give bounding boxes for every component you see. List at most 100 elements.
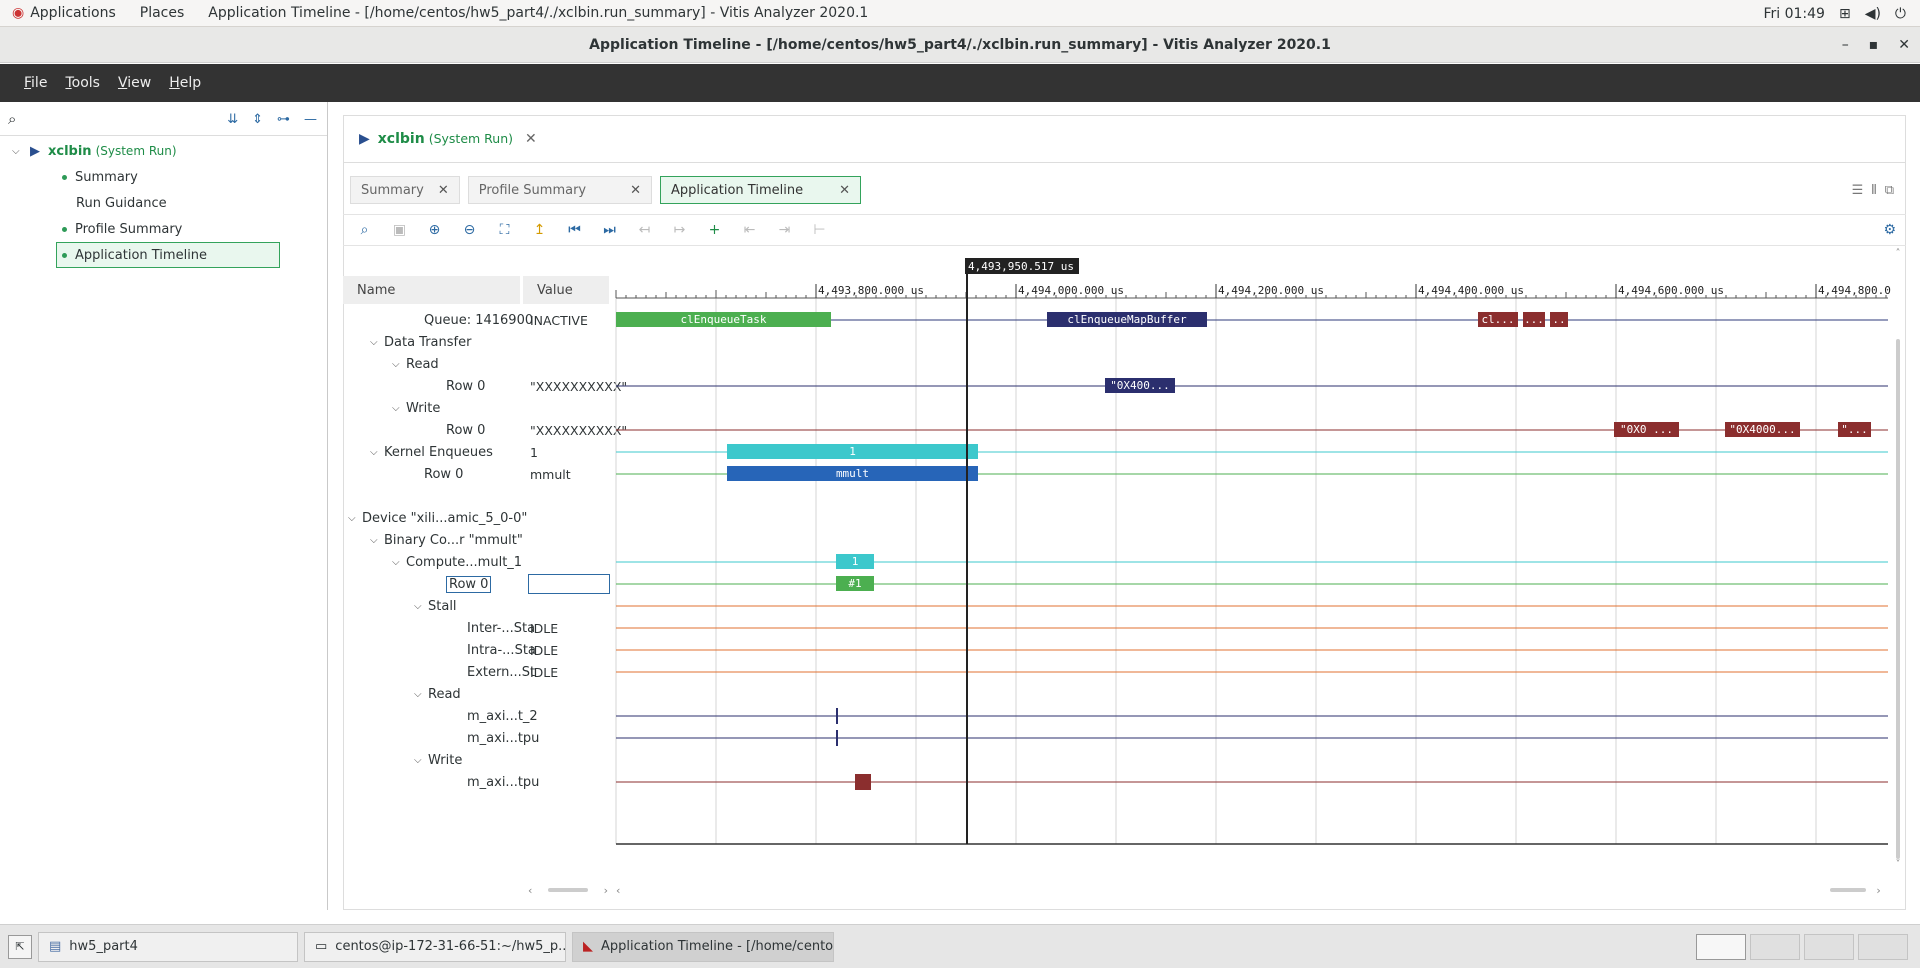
applications-menu[interactable]: ◉ Applications	[0, 0, 128, 27]
timeline-row-name[interactable]: ⌵ Compute...mult_1	[343, 551, 522, 573]
chevron-down-icon[interactable]: ⌵	[370, 337, 384, 348]
active-window-title[interactable]: Application Timeline - [/home/centos/hw5…	[196, 0, 880, 27]
timeline-hscrollbar[interactable]: ‹ ›	[616, 883, 1896, 897]
zoom-in-icon[interactable]: ⊕	[421, 222, 448, 238]
workspace-3[interactable]	[1804, 933, 1854, 960]
scroll-thumb[interactable]	[1896, 339, 1900, 859]
name-hscrollbar[interactable]: ‹ ›	[528, 883, 608, 897]
network-icon[interactable]: ⊞	[1839, 6, 1851, 22]
timeline-row-name[interactable]: Row 0	[343, 573, 492, 595]
gear-icon[interactable]: ⚙	[1883, 222, 1896, 238]
timeline-row-name[interactable]: Inter-...Sta	[343, 617, 535, 639]
tab-summary[interactable]: Summary ✕	[350, 176, 460, 204]
timeline-row-name[interactable]: Extern...St	[343, 661, 535, 683]
layout-columns-icon[interactable]: ⫴	[1871, 183, 1876, 198]
scroll-thumb[interactable]	[548, 888, 588, 892]
tree-root[interactable]: ⌵ ▶ xclbin (System Run)	[0, 138, 327, 164]
timeline-row-name[interactable]: ⌵ Kernel Enqueues	[343, 441, 493, 463]
expand-all-icon[interactable]: ⇕	[252, 112, 263, 127]
timeline-row-name[interactable]: Intra-...Sta	[343, 639, 536, 661]
chevron-down-icon[interactable]: ⌵	[348, 513, 362, 524]
close-icon[interactable]: ✕	[630, 183, 641, 198]
measure-icon[interactable]: ⊢	[806, 222, 833, 238]
chevron-down-icon[interactable]: ⌵	[370, 447, 384, 458]
save-icon[interactable]: ▣	[386, 222, 413, 238]
prev-marker-icon[interactable]: ⇤	[736, 222, 763, 238]
scroll-up-icon[interactable]: ˄	[1896, 248, 1901, 259]
taskbar-item-vitis[interactable]: ◣ Application Timeline - [/home/cento...	[572, 931, 834, 962]
timeline-row-name[interactable]: ⌵ Read	[343, 353, 439, 375]
column-header-value[interactable]: Value	[523, 276, 609, 304]
menu-file[interactable]: File	[16, 75, 55, 91]
chevron-down-icon[interactable]: ⌵	[414, 689, 428, 700]
scroll-down-icon[interactable]: ˅	[1896, 859, 1901, 870]
chevron-down-icon[interactable]: ⌵	[414, 755, 428, 766]
timeline-row-name[interactable]: m_axi...tpu	[343, 727, 539, 749]
close-icon[interactable]: ✕	[525, 131, 537, 147]
chevron-down-icon[interactable]: ⌵	[12, 146, 26, 157]
tree-item-application-timeline[interactable]: Application Timeline	[56, 242, 280, 268]
timeline-row-name[interactable]: ⌵ Device "xili...amic_5_0-0"	[343, 507, 527, 529]
timeline-row-name[interactable]: ⌵ Binary Co...r "mmult"	[343, 529, 523, 551]
menu-view[interactable]: View	[110, 75, 159, 91]
timeline-row-name[interactable]: m_axi...t_2	[343, 705, 538, 727]
scroll-left-icon[interactable]: ‹	[528, 884, 532, 897]
show-desktop-icon[interactable]: ⇱	[8, 934, 32, 959]
close-icon[interactable]: ✕	[839, 183, 850, 198]
timeline-vscrollbar[interactable]: ˄ ˅	[1892, 248, 1904, 880]
chevron-down-icon[interactable]: ⌵	[414, 601, 428, 612]
scroll-right-icon[interactable]: ›	[604, 884, 608, 897]
workspace-1[interactable]	[1696, 933, 1746, 960]
search-icon[interactable]: ⌕	[351, 222, 378, 238]
timeline-row-name[interactable]: Row 0	[343, 419, 485, 441]
timeline-row-name[interactable]: ⌵ Write	[343, 397, 440, 419]
go-start-icon[interactable]: ⏮	[561, 222, 588, 238]
tree-item-summary[interactable]: Summary	[0, 164, 327, 190]
workspace-4[interactable]	[1858, 933, 1908, 960]
column-header-name[interactable]: Name	[343, 276, 520, 304]
add-marker-icon[interactable]: ↥	[526, 222, 553, 238]
popout-icon[interactable]: ⧉	[1885, 183, 1894, 198]
taskbar-item-terminal[interactable]: ▭ centos@ip-172-31-66-51:~/hw5_p...	[304, 931, 566, 962]
collapse-all-icon[interactable]: ⇊	[227, 112, 238, 127]
chevron-down-icon[interactable]: ⌵	[392, 403, 406, 414]
timeline-row-name[interactable]: m_axi...tpu	[343, 771, 539, 793]
workspace-2[interactable]	[1750, 933, 1800, 960]
search-icon[interactable]: ⌕	[8, 110, 16, 128]
scroll-right-icon[interactable]: ›	[1876, 884, 1880, 897]
go-end-icon[interactable]: ⏭	[596, 222, 623, 238]
timeline-row-name[interactable]: ⌵ Write	[343, 749, 462, 771]
layout-rows-icon[interactable]: ☰	[1852, 183, 1864, 198]
timeline-row-name[interactable]: ⌵ Stall	[343, 595, 457, 617]
value-edit-field[interactable]	[528, 574, 610, 594]
tree-item-profile-summary[interactable]: Profile Summary	[0, 216, 327, 242]
maximize-button[interactable]: ▪	[1869, 37, 1879, 53]
timeline-row-name[interactable]	[343, 485, 357, 507]
zoom-fit-icon[interactable]: ⛶	[491, 222, 518, 238]
zoom-out-icon[interactable]: ⊖	[456, 222, 483, 238]
next-marker-icon[interactable]: ⇥	[771, 222, 798, 238]
menu-help[interactable]: Help	[161, 75, 209, 91]
minimize-panel-icon[interactable]: —	[304, 112, 317, 127]
chevron-down-icon[interactable]: ⌵	[392, 359, 406, 370]
chevron-down-icon[interactable]: ⌵	[392, 557, 406, 568]
clock[interactable]: Fri 01:49	[1763, 6, 1824, 22]
places-menu[interactable]: Places	[128, 0, 197, 27]
hierarchy-icon[interactable]: ⊶	[277, 112, 290, 127]
power-icon[interactable]: ⏻	[1895, 6, 1906, 22]
scroll-left-icon[interactable]: ‹	[616, 884, 620, 897]
timeline-canvas[interactable]: 4,493,800.000 us 4,494,000.000 us 4,494,20…	[612, 244, 1892, 908]
close-button[interactable]: ✕	[1898, 37, 1910, 53]
timeline-row-name[interactable]: ⌵ Read	[343, 683, 461, 705]
taskbar-item-files[interactable]: ▤ hw5_part4	[38, 931, 298, 962]
close-icon[interactable]: ✕	[438, 183, 449, 198]
timeline-row-name[interactable]: Queue: 1416900	[343, 309, 533, 331]
prev-event-icon[interactable]: ↤	[631, 222, 658, 238]
tab-profile-summary[interactable]: Profile Summary ✕	[467, 176, 653, 204]
volume-icon[interactable]: ◀)	[1865, 6, 1881, 22]
timeline-row-name[interactable]: Row 0	[343, 375, 485, 397]
tree-item-run-guidance[interactable]: Run Guidance	[0, 190, 327, 216]
axi-write-marker[interactable]	[855, 774, 871, 790]
add-marker-plus-icon[interactable]: +	[701, 222, 728, 238]
minimize-button[interactable]: –	[1842, 37, 1849, 53]
